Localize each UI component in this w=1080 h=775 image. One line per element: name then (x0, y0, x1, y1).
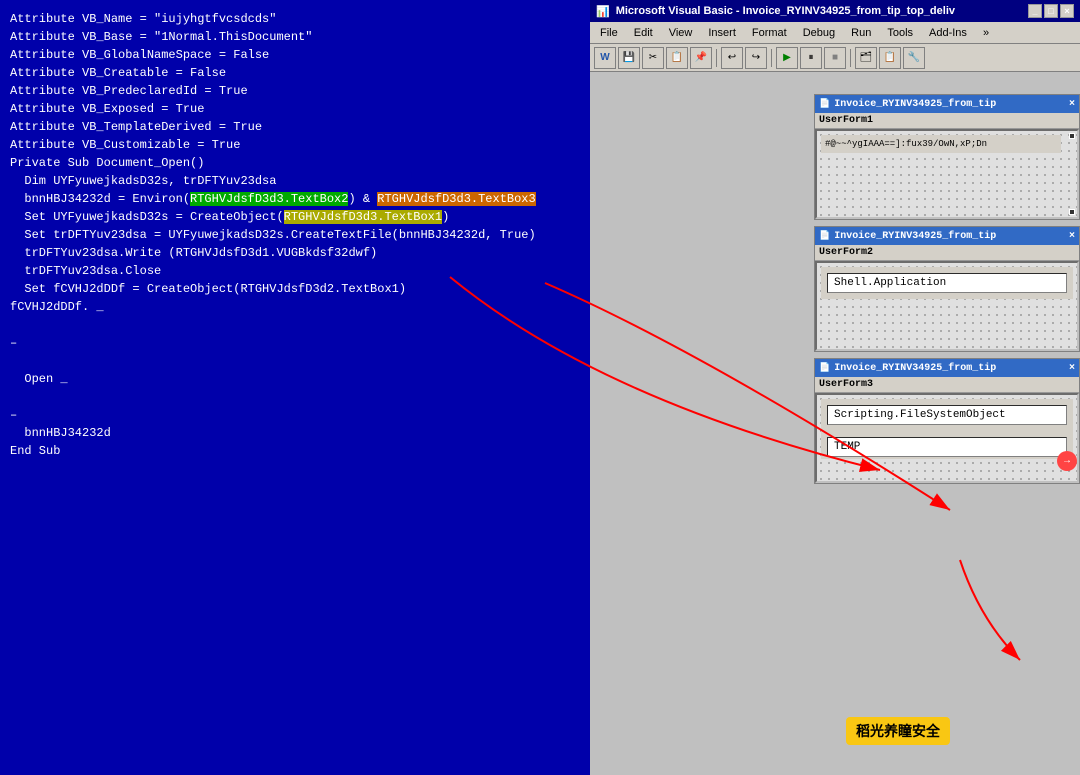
doc-icon-3: 📄 (819, 363, 830, 373)
code-line-12: Set UYFyuwejkadsD32s = CreateObject(RTGH… (10, 208, 580, 226)
code-line-23: – (10, 406, 580, 424)
doc-close-3[interactable]: × (1069, 363, 1075, 374)
toolbar-redo-button[interactable]: ↪ (745, 47, 767, 69)
code-line-22 (10, 388, 580, 406)
userform1-label: UserForm1 (819, 115, 873, 126)
code-line-5: Attribute VB_PredeclaredId = True (10, 82, 580, 100)
shell-app-text: Shell.Application (827, 273, 1067, 293)
code-line-3: Attribute VB_GlobalNameSpace = False (10, 46, 580, 64)
arrow-indicator: → (1057, 451, 1077, 471)
code-line-18 (10, 316, 580, 334)
code-line-7: Attribute VB_TemplateDerived = True (10, 118, 580, 136)
code-line-19: – (10, 334, 580, 352)
toolbar: W 💾 ✂ 📋 📌 ↩ ↪ ▶ ⏸ ■ 🗂 📋 🔧 (590, 44, 1080, 72)
userform3-header: UserForm3 (815, 377, 1079, 393)
menu-format[interactable]: Format (746, 26, 793, 40)
menu-insert[interactable]: Insert (702, 26, 742, 40)
menu-bar: File Edit View Insert Format Debug Run T… (590, 22, 1080, 44)
toolbar-undo-button[interactable]: ↩ (721, 47, 743, 69)
right-panels: 📄 Invoice_RYINV34925_from_tip × UserForm… (814, 94, 1080, 775)
doc-icon-2: 📄 (819, 231, 830, 241)
toolbar-sep2 (771, 49, 772, 67)
code-line-25: End Sub (10, 442, 580, 460)
toolbar-paste-button[interactable]: 📌 (690, 47, 712, 69)
menu-tools[interactable]: Tools (881, 26, 919, 40)
toolbar-toolbox-button[interactable]: 🔧 (903, 47, 925, 69)
code-line-20 (10, 352, 580, 370)
menu-view[interactable]: View (663, 26, 699, 40)
code-line-13: Set trDFTYuv23dsa = UYFyuwejkadsD32s.Cre… (10, 226, 580, 244)
toolbar-copy-button[interactable]: 📋 (666, 47, 688, 69)
doc-window-3: 📄 Invoice_RYINV34925_from_tip × UserForm… (814, 358, 1080, 484)
temp-text: TEMP (827, 437, 1067, 457)
close-button[interactable]: × (1060, 4, 1074, 18)
app-icon: 📊 (596, 5, 610, 18)
toolbar-sep1 (716, 49, 717, 67)
shell-app-textbox[interactable]: Shell.Application (821, 267, 1073, 299)
doc-window-2: 📄 Invoice_RYINV34925_from_tip × UserForm… (814, 226, 1080, 352)
doc-window-1: 📄 Invoice_RYINV34925_from_tip × UserForm… (814, 94, 1080, 220)
code-line-24: bnnHBJ34232d (10, 424, 580, 442)
doc-close-1[interactable]: × (1069, 99, 1075, 110)
handle-br[interactable] (1069, 209, 1075, 215)
code-line-15: trDFTYuv23dsa.Close (10, 262, 580, 280)
doc-icon-1: 📄 (819, 99, 830, 109)
toolbar-pause-button[interactable]: ⏸ (800, 47, 822, 69)
fs-object-text: Scripting.FileSystemObject (827, 405, 1067, 425)
minimize-button[interactable]: _ (1028, 4, 1042, 18)
fs-object-textbox[interactable]: Scripting.FileSystemObject (821, 399, 1073, 431)
toolbar-sep3 (850, 49, 851, 67)
userform2-header: UserForm2 (815, 245, 1079, 261)
encoded-content-1: #@~~^ygIAAA==]:fux39/OwN,xP;Dn (821, 135, 1061, 153)
toolbar-run-button[interactable]: ▶ (776, 47, 798, 69)
menu-debug[interactable]: Debug (797, 26, 841, 40)
menu-addins[interactable]: Add-Ins (923, 26, 973, 40)
doc-content-1: #@~~^ygIAAA==]:fux39/OwN,xP;Dn (815, 129, 1079, 219)
doc-title-text-3: Invoice_RYINV34925_from_tip (834, 363, 996, 374)
toolbar-save-button[interactable]: 💾 (618, 47, 640, 69)
menu-more[interactable]: » (977, 26, 995, 40)
title-bar: 📊 Microsoft Visual Basic - Invoice_RYINV… (590, 0, 1080, 22)
toolbar-project-button[interactable]: 🗂 (855, 47, 877, 69)
code-panel: Attribute VB_Name = "iujyhgtfvcsdcds" At… (0, 0, 590, 775)
code-line-6: Attribute VB_Exposed = True (10, 100, 580, 118)
code-line-14: trDFTYuv23dsa.Write (RTGHVJdsfD3d1.VUGBk… (10, 244, 580, 262)
menu-edit[interactable]: Edit (628, 26, 659, 40)
menu-file[interactable]: File (594, 26, 624, 40)
doc-close-2[interactable]: × (1069, 231, 1075, 242)
toolbar-stop-button[interactable]: ■ (824, 47, 846, 69)
menu-run[interactable]: Run (845, 26, 877, 40)
code-line-16: Set fCVHJ2dDDf = CreateObject(RTGHVJdsfD… (10, 280, 580, 298)
watermark: 稻光养瞳安全 (846, 717, 950, 745)
code-line-17: fCVHJ2dDDf. _ (10, 298, 580, 316)
temp-textbox: TEMP (821, 431, 1073, 459)
userform3-label: UserForm3 (819, 379, 873, 390)
maximize-button[interactable]: □ (1044, 4, 1058, 18)
doc-title-text-2: Invoice_RYINV34925_from_tip (834, 231, 996, 242)
code-line-21: Open _ (10, 370, 580, 388)
app-title: Microsoft Visual Basic - Invoice_RYINV34… (616, 5, 955, 17)
code-line-1: Attribute VB_Name = "iujyhgtfvcsdcds" (10, 10, 580, 28)
code-line-10: Dim UYFyuwejkadsD32s, trDFTYuv23dsa (10, 172, 580, 190)
code-line-11: bnnHBJ34232d = Environ(RTGHVJdsfD3d3.Tex… (10, 190, 580, 208)
toolbar-cut-button[interactable]: ✂ (642, 47, 664, 69)
toolbar-props-button[interactable]: 📋 (879, 47, 901, 69)
userform2-label: UserForm2 (819, 247, 873, 258)
doc-title-3: 📄 Invoice_RYINV34925_from_tip × (815, 359, 1079, 377)
doc-resize-handle-1: UserForm1 (815, 113, 1079, 129)
code-line-8: Attribute VB_Customizable = True (10, 136, 580, 154)
handle-tr[interactable] (1069, 133, 1075, 139)
toolbar-word-icon[interactable]: W (594, 47, 616, 69)
doc-title-1: 📄 Invoice_RYINV34925_from_tip × (815, 95, 1079, 113)
doc-title-text-1: Invoice_RYINV34925_from_tip (834, 99, 996, 110)
code-line-2: Attribute VB_Base = "1Normal.ThisDocumen… (10, 28, 580, 46)
code-line-9: Private Sub Document_Open() (10, 154, 580, 172)
doc-title-2: 📄 Invoice_RYINV34925_from_tip × (815, 227, 1079, 245)
code-line-4: Attribute VB_Creatable = False (10, 64, 580, 82)
doc-content-2: Shell.Application (815, 261, 1079, 351)
doc-content-3: Scripting.FileSystemObject TEMP → (815, 393, 1079, 483)
